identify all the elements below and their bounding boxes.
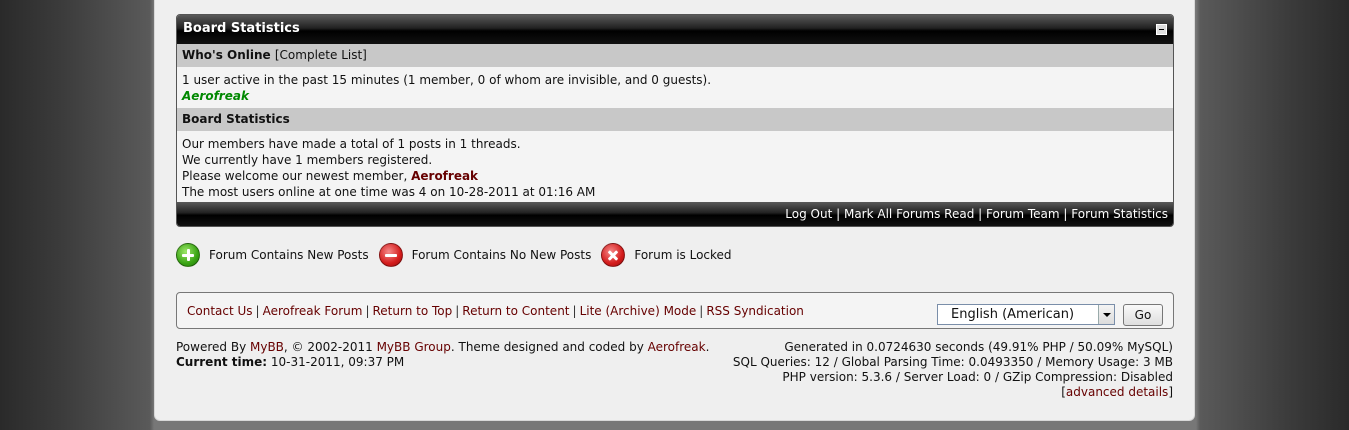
separator: | <box>836 207 844 221</box>
debug-info: Generated in 0.0724630 seconds (49.91% P… <box>733 340 1173 400</box>
legend-no-new-posts-label: Forum Contains No New Posts <box>411 248 592 262</box>
return-to-content-link[interactable]: Return to Content <box>462 304 569 318</box>
separator: | <box>978 207 987 221</box>
sql-line: SQL Queries: 12 / Global Parsing Time: 0… <box>732 355 1173 369</box>
page-wrapper: Board Statistics Who's Online [Complete … <box>154 0 1195 421</box>
mark-all-read-link[interactable]: Mark All Forums Read <box>844 207 974 221</box>
php-line: PHP version: 5.3.6 / Server Load: 0 / GZ… <box>782 370 1173 384</box>
contact-us-link[interactable]: Contact Us <box>187 304 253 318</box>
whos-online-heading: Who's Online <box>182 48 271 62</box>
current-time-value: 10-31-2011, 09:37 PM <box>267 355 405 369</box>
board-statistics-title: Board Statistics <box>183 21 300 36</box>
minus-circle-icon <box>378 243 403 267</box>
forum-legend: Forum Contains New Posts Forum Contains … <box>176 243 742 267</box>
forum-statistics-link[interactable]: Forum Statistics <box>1071 207 1168 221</box>
online-user-link[interactable]: Aerofreak <box>182 88 1168 104</box>
plus-circle-icon <box>176 243 200 267</box>
rss-link[interactable]: RSS Syndication <box>706 304 804 318</box>
generated-line: Generated in 0.0724630 seconds (49.91% P… <box>784 340 1173 354</box>
collapse-icon[interactable] <box>1156 24 1167 35</box>
record-line: The most users online at one time was 4 … <box>182 185 596 199</box>
x-circle-icon <box>601 243 626 267</box>
legend-locked-label: Forum is Locked <box>634 248 732 262</box>
legend-new-posts-label: Forum Contains New Posts <box>209 248 369 262</box>
statistics-body: Our members have made a total of 1 posts… <box>177 131 1173 204</box>
footer-navigation: Contact Us | Aerofreak Forum | Return to Top… <box>176 292 1174 329</box>
language-select[interactable]: English (American) <box>937 304 1115 325</box>
powered-line: Powered By MyBB, © 2002-2011 MyBB Group.… <box>176 340 710 354</box>
powered-by: Powered By MyBB, © 2002-2011 MyBB Group.… <box>176 340 709 370</box>
board-statistics-footer: Log Out | Mark All Forums Read | Forum T… <box>177 202 1173 226</box>
forum-home-link[interactable]: Aerofreak Forum <box>263 304 363 318</box>
current-time-label: Current time: <box>176 355 268 369</box>
forum-team-link[interactable]: Forum Team <box>986 207 1060 221</box>
logout-link[interactable]: Log Out <box>785 207 832 221</box>
board-statistics-panel: Board Statistics Who's Online [Complete … <box>176 14 1174 227</box>
legend-no-new-posts: Forum Contains No New Posts <box>378 243 592 267</box>
current-time-line: Current time: 10-31-2011, 09:37 PM <box>176 355 709 370</box>
whos-online-header: Who's Online [Complete List] <box>177 44 1173 67</box>
advanced-details-link[interactable]: advanced details <box>1066 385 1168 399</box>
members-line: We currently have 1 members registered. <box>182 153 433 167</box>
lite-mode-link[interactable]: Lite (Archive) Mode <box>580 304 697 318</box>
online-summary: 1 user active in the past 15 minutes (1 … <box>182 73 712 87</box>
mybb-link[interactable]: MyBB <box>250 340 284 354</box>
language-value: English (American) <box>951 307 1075 322</box>
legend-new-posts: Forum Contains New Posts <box>176 243 369 267</box>
whos-online-body: 1 user active in the past 15 minutes (1 … <box>177 67 1173 108</box>
statistics-header: Board Statistics <box>177 108 1173 131</box>
chevron-down-icon[interactable] <box>1098 305 1114 324</box>
advanced-line: [advanced details] <box>1061 385 1173 399</box>
statistics-heading: Board Statistics <box>182 112 290 126</box>
author-link[interactable]: Aerofreak <box>648 340 706 354</box>
welcome-prefix: Please welcome our newest member, <box>182 169 412 183</box>
go-button[interactable]: Go <box>1123 304 1163 326</box>
legend-locked: Forum is Locked <box>601 243 732 267</box>
board-statistics-header: Board Statistics <box>177 15 1173 44</box>
mybb-group-link[interactable]: MyBB Group <box>377 340 451 354</box>
return-to-top-link[interactable]: Return to Top <box>372 304 452 318</box>
complete-list-link[interactable]: [Complete List] <box>275 48 367 62</box>
newest-member-link[interactable]: Aerofreak <box>411 169 478 183</box>
posts-line: Our members have made a total of 1 posts… <box>182 137 521 151</box>
welcome-line: Please welcome our newest member, Aerofr… <box>182 168 1168 184</box>
